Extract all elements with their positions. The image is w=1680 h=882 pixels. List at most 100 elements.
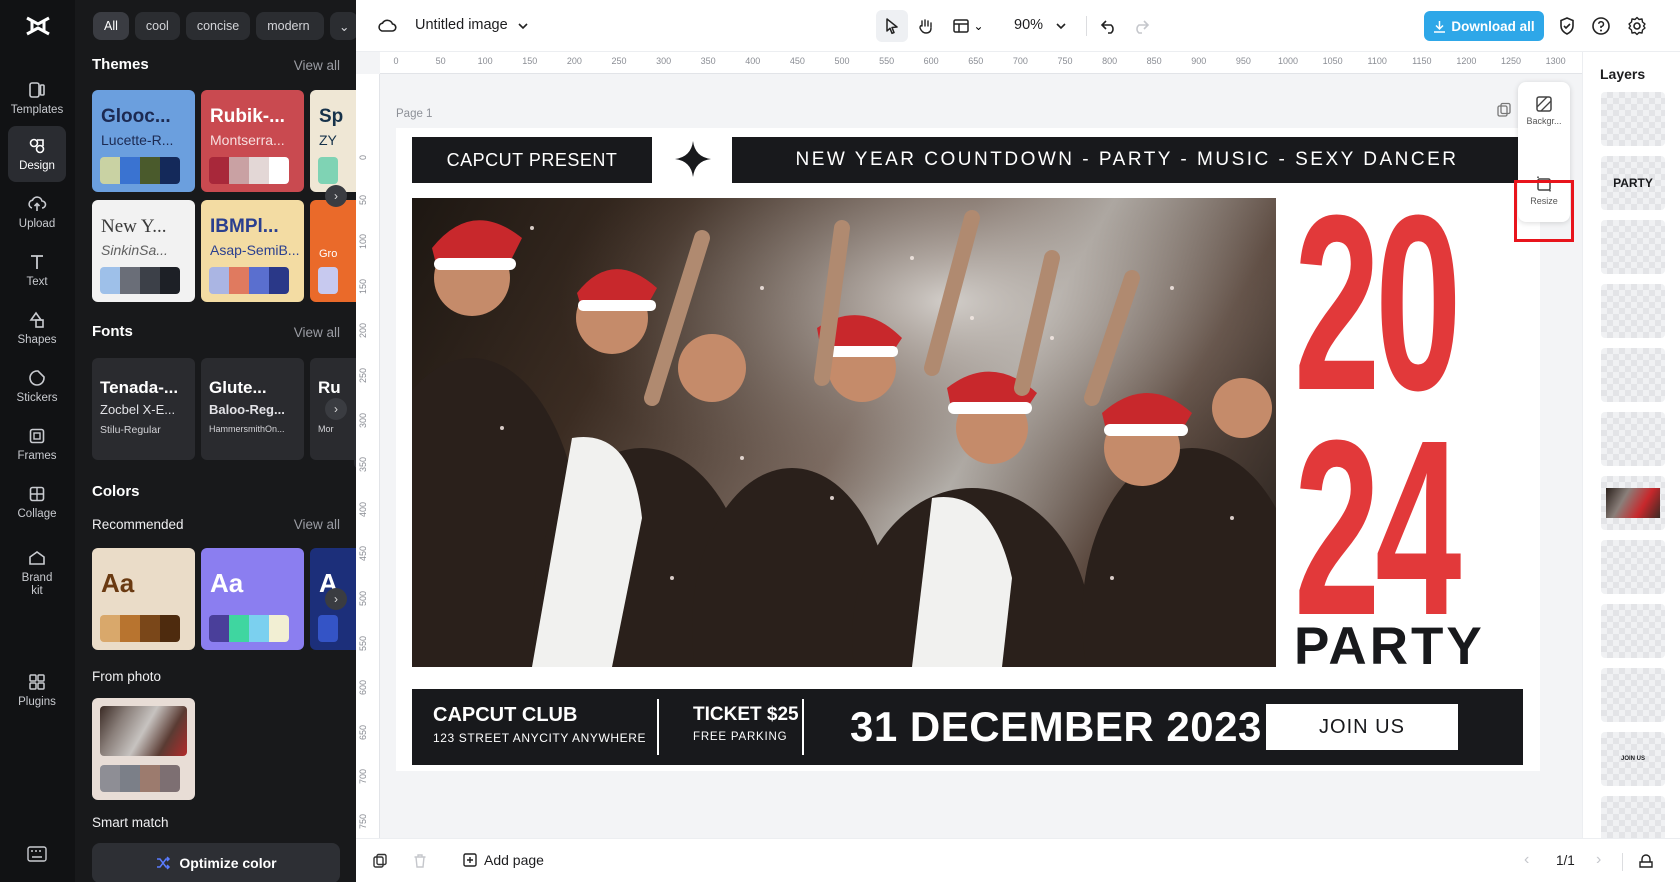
font-card[interactable]: Glute... Baloo-Reg... HammersmithOn...	[201, 358, 304, 460]
help-icon[interactable]	[1590, 15, 1612, 37]
ruler-tick-label: 200	[358, 323, 368, 339]
join-us-box[interactable]: JOIN US	[1266, 704, 1458, 750]
info-bar[interactable]: CAPCUT CLUB 123 STREET ANYCITY ANYWHERE …	[412, 689, 1523, 765]
layer-thumbnail[interactable]	[1601, 476, 1665, 530]
cloud-icon[interactable]	[376, 15, 398, 37]
theme-card[interactable]: Sp ZY	[310, 90, 356, 192]
layer-thumbnail[interactable]	[1601, 540, 1665, 594]
chip-cool[interactable]: cool	[134, 12, 180, 40]
ruler-tick-label: 1150	[1412, 56, 1432, 66]
design-page[interactable]: CAPCUT PRESENT NEW YEAR COUNTDOWN - PART…	[396, 128, 1540, 771]
toolbar-divider	[1086, 16, 1087, 36]
prev-page-icon[interactable]: ‹	[1524, 851, 1529, 869]
font-card-caption: HammersmithOn...	[209, 424, 285, 434]
document-title[interactable]: Untitled image	[415, 17, 508, 33]
font-card[interactable]: Tenada-... Zocbel X-E... Stilu-Regular	[92, 358, 195, 460]
rail-stickers[interactable]: Stickers	[8, 358, 66, 414]
zoom-level[interactable]: 90%	[1014, 17, 1043, 33]
layout-menu-button[interactable]: ⌄	[948, 10, 988, 42]
rail-shapes[interactable]: Shapes	[8, 300, 66, 356]
rail-upload[interactable]: Upload	[8, 184, 66, 240]
rail-frames[interactable]: Frames	[8, 416, 66, 472]
theme-card[interactable]: Rubik-... Montserra...	[201, 90, 304, 192]
themes-view-all[interactable]: View all	[294, 58, 340, 73]
add-page-label: Add page	[484, 852, 544, 868]
from-photo-card[interactable]	[92, 698, 195, 800]
rail-plugins[interactable]: Plugins	[8, 662, 66, 718]
duplicate-icon[interactable]	[372, 853, 388, 869]
rail-label: Frames	[17, 449, 57, 462]
frames-icon	[29, 428, 45, 443]
capcut-logo-icon[interactable]	[24, 14, 52, 38]
ruler-tick-label: 400	[745, 56, 761, 66]
background-tool-button[interactable]: Backgr...	[1518, 84, 1570, 136]
layer-thumbnail[interactable]: PARTY	[1601, 156, 1665, 210]
theme-swatches	[100, 157, 180, 184]
layer-thumbnail[interactable]	[1601, 348, 1665, 402]
layer-thumbnail[interactable]: JOIN US	[1601, 732, 1665, 786]
color-swatch	[100, 615, 120, 642]
color-swatch	[100, 157, 120, 184]
undo-icon[interactable]	[1098, 15, 1120, 37]
chevron-right-icon: ›	[334, 592, 338, 606]
theme-card[interactable]: New Y... SinkinSa...	[92, 200, 195, 302]
design-panel: All cool concise modern ⌄ Themes View al…	[75, 0, 356, 882]
fonts-next-button[interactable]: ›	[325, 398, 347, 420]
rail-brand-kit[interactable]: Brand kit	[8, 538, 66, 608]
redo-icon[interactable]	[1130, 15, 1152, 37]
presenter-banner[interactable]: CAPCUT PRESENT	[412, 137, 652, 183]
layer-thumbnail[interactable]	[1601, 604, 1665, 658]
keyboard-icon[interactable]	[27, 846, 47, 862]
rail-design[interactable]: Design	[8, 126, 66, 182]
add-page-button[interactable]: Add page	[462, 852, 544, 868]
optimize-color-button[interactable]: Optimize color	[92, 843, 340, 882]
ruler-tick-label: 650	[968, 56, 984, 66]
layer-thumbnail[interactable]	[1601, 220, 1665, 274]
color-swatch	[318, 157, 338, 184]
year-number[interactable]: 20 24	[1294, 178, 1461, 653]
rail-text[interactable]: Text	[8, 242, 66, 298]
background-icon	[1536, 95, 1552, 112]
layer-thumbnail[interactable]	[1601, 284, 1665, 338]
smart-match-label: Smart match	[92, 815, 169, 830]
layers-toggle-icon[interactable]	[1638, 853, 1654, 869]
party-photo[interactable]	[412, 198, 1276, 667]
rail-collage[interactable]: Collage	[8, 474, 66, 530]
color-swatch	[209, 157, 229, 184]
theme-card[interactable]: Gro	[310, 200, 356, 302]
sparkle-star-icon[interactable]	[674, 140, 712, 178]
theme-card[interactable]: IBMPl... Asap-SemiB...	[201, 200, 304, 302]
chevron-down-icon[interactable]	[516, 15, 530, 37]
duplicate-page-icon[interactable]	[1496, 102, 1512, 118]
chip-modern[interactable]: modern	[256, 12, 325, 40]
themes-next-button[interactable]: ›	[325, 185, 347, 207]
ruler-tick-label: 350	[358, 457, 368, 473]
layer-thumbnail[interactable]	[1601, 412, 1665, 466]
party-heading[interactable]: PARTY	[1294, 616, 1485, 677]
fonts-view-all[interactable]: View all	[294, 325, 340, 340]
shield-icon[interactable]	[1556, 15, 1578, 37]
next-page-icon[interactable]: ›	[1596, 851, 1601, 869]
rail-templates[interactable]: Templates	[8, 70, 66, 126]
download-all-button[interactable]: Download all	[1424, 11, 1544, 41]
theme-card[interactable]: Glooc... Lucette-R...	[92, 90, 195, 192]
photo-swatches	[100, 765, 180, 792]
canvas-area[interactable]: 0 50 100 150 200 250 300 350 400 450 500 550 600 650 7…	[356, 52, 1582, 838]
hand-tool-button[interactable]	[910, 10, 942, 42]
select-tool-button[interactable]	[876, 10, 908, 42]
layer-thumbnail[interactable]	[1601, 92, 1665, 146]
zoom-chevron-icon[interactable]	[1054, 15, 1068, 37]
trash-icon[interactable]	[412, 853, 428, 869]
chip-more-button[interactable]: ⌄	[330, 12, 356, 40]
chip-concise[interactable]: concise	[185, 12, 251, 40]
chip-all[interactable]: All	[93, 12, 129, 40]
color-swatch	[120, 765, 140, 792]
colors-view-all[interactable]: View all	[294, 517, 340, 532]
ruler-tick-label: 600	[923, 56, 939, 66]
layer-thumbnail[interactable]	[1601, 668, 1665, 722]
color-card[interactable]: Aa	[92, 548, 195, 650]
colors-next-button[interactable]: ›	[325, 588, 347, 610]
settings-gear-icon[interactable]	[1626, 15, 1648, 37]
color-card[interactable]: Aa	[201, 548, 304, 650]
text-icon	[31, 254, 43, 269]
